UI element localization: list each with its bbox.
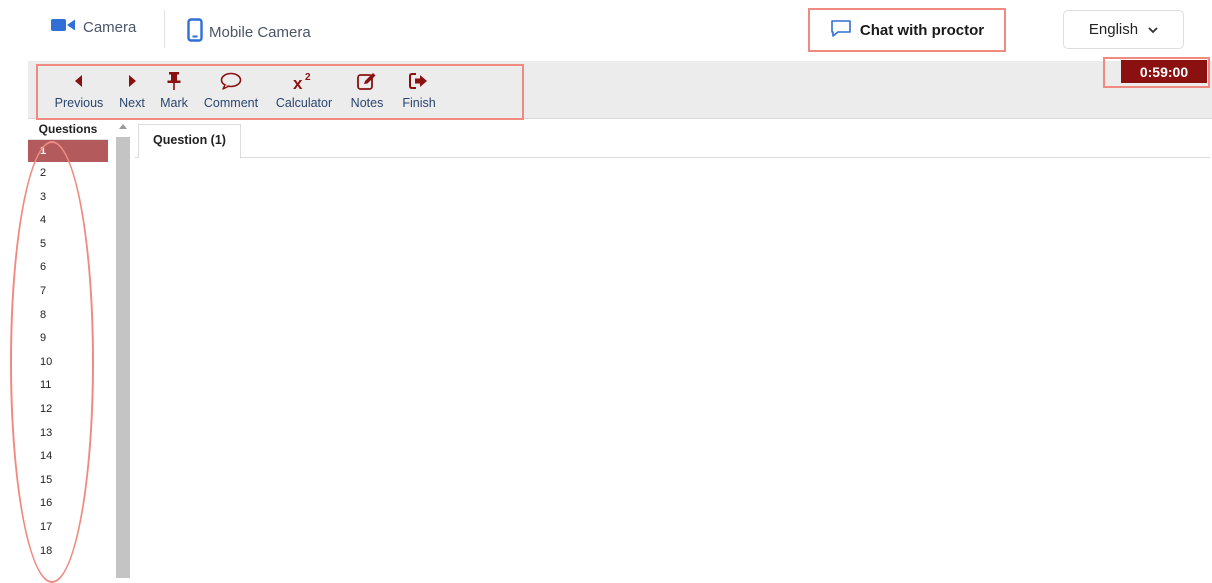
top-divider: [164, 10, 165, 48]
countdown-timer: 0:59:00: [1121, 60, 1207, 83]
camera-label: Camera: [83, 18, 137, 36]
mobile-camera-link[interactable]: Mobile Camera: [187, 18, 311, 46]
finish-label: Finish: [402, 96, 436, 110]
previous-button[interactable]: Previous: [47, 71, 111, 110]
chat-bubble-icon: [830, 19, 852, 41]
question-item[interactable]: 12: [28, 398, 108, 422]
scroll-up-icon[interactable]: [119, 124, 127, 129]
arrow-right-icon: [127, 71, 137, 91]
question-list: Questions 1 2 3 4 5 6 7 8 9 10 11 12 13 …: [28, 120, 108, 578]
question-item[interactable]: 11: [28, 374, 108, 398]
speech-bubble-icon: [220, 71, 242, 91]
camera-link[interactable]: Camera: [51, 18, 136, 36]
question-item[interactable]: 1: [28, 140, 108, 162]
exam-toolbar: Previous Next Mark Comment x 2 Calculato…: [36, 64, 524, 120]
question-item[interactable]: 16: [28, 492, 108, 516]
question-item[interactable]: 9: [28, 327, 108, 351]
scrollbar-thumb[interactable]: [116, 137, 130, 578]
svg-text:x: x: [293, 74, 303, 91]
tab-question-1[interactable]: Question (1): [138, 124, 241, 159]
comment-button[interactable]: Comment: [195, 71, 267, 110]
top-bar: Camera Mobile Camera Chat with proctor E…: [0, 0, 1212, 60]
question-item[interactable]: 8: [28, 304, 108, 328]
mobile-camera-label: Mobile Camera: [209, 23, 311, 41]
question-list-header: Questions: [28, 120, 108, 140]
chevron-down-icon: [1148, 21, 1158, 38]
question-item[interactable]: 15: [28, 469, 108, 493]
question-panel: Question (1): [135, 120, 1212, 578]
mobile-phone-icon: [187, 18, 203, 46]
video-camera-icon: [51, 18, 77, 36]
question-item[interactable]: 7: [28, 280, 108, 304]
question-item[interactable]: 5: [28, 233, 108, 257]
question-item[interactable]: 13: [28, 422, 108, 446]
comment-label: Comment: [203, 96, 259, 110]
notes-label: Notes: [350, 96, 384, 110]
question-item[interactable]: 14: [28, 445, 108, 469]
notes-button[interactable]: Notes: [341, 71, 393, 110]
mark-label: Mark: [160, 96, 188, 110]
arrow-left-icon: [74, 71, 84, 91]
question-item[interactable]: 3: [28, 186, 108, 210]
pushpin-icon: [167, 71, 181, 91]
svg-text:2: 2: [305, 72, 311, 83]
finish-button[interactable]: Finish: [393, 71, 445, 110]
previous-label: Previous: [54, 96, 104, 110]
question-item[interactable]: 2: [28, 162, 108, 186]
question-tabs: Question (1): [135, 120, 1210, 159]
question-list-scrollbar[interactable]: [111, 120, 135, 578]
superscript-icon: x 2: [292, 71, 316, 91]
question-item[interactable]: 10: [28, 351, 108, 375]
next-label: Next: [119, 96, 145, 110]
calculator-button[interactable]: x 2 Calculator: [267, 71, 341, 110]
edit-icon: [357, 71, 377, 91]
chat-with-proctor-button[interactable]: Chat with proctor: [808, 8, 1006, 52]
question-item[interactable]: 6: [28, 256, 108, 280]
sign-out-icon: [409, 71, 429, 91]
next-button[interactable]: Next: [111, 71, 153, 110]
question-item[interactable]: 18: [28, 540, 108, 564]
chat-label: Chat with proctor: [859, 21, 985, 39]
mark-button[interactable]: Mark: [153, 71, 195, 110]
language-label: English: [1088, 21, 1139, 38]
language-select[interactable]: English: [1063, 10, 1184, 49]
question-item[interactable]: 17: [28, 516, 108, 540]
calculator-label: Calculator: [275, 96, 333, 110]
question-item[interactable]: 4: [28, 209, 108, 233]
